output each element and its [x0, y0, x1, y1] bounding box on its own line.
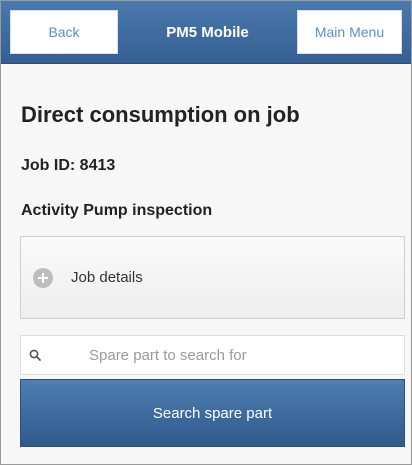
spare-part-search-input[interactable]: [89, 346, 404, 364]
header-bar: Back PM5 Mobile Main Menu: [1, 1, 411, 64]
job-details-collapsible[interactable]: Job details: [20, 236, 405, 319]
job-id-label: Job ID: 8413: [21, 157, 116, 174]
back-button[interactable]: Back: [10, 10, 118, 54]
search-spare-part-button[interactable]: Search spare part: [20, 379, 405, 447]
activity-label: Activity Pump inspection: [21, 202, 213, 219]
main-menu-button[interactable]: Main Menu: [297, 10, 402, 54]
search-field[interactable]: [20, 335, 405, 375]
app-frame: Back PM5 Mobile Main Menu Direct consump…: [0, 0, 412, 465]
plus-circle-icon: [33, 267, 53, 288]
job-details-label: Job details: [71, 269, 143, 286]
search-icon: [29, 349, 41, 361]
page-title: Direct consumption on job: [21, 102, 300, 127]
app-title: PM5 Mobile: [166, 23, 249, 41]
